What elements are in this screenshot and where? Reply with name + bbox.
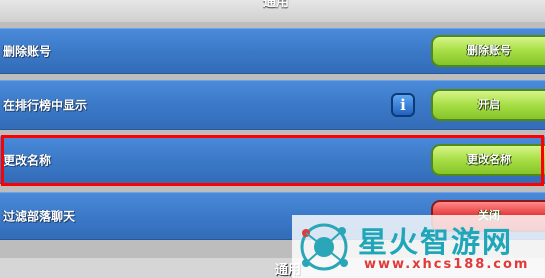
watermark: 星火智游网 www.xhcs188.com [292,215,545,278]
watermark-title: 星火智游网 [358,225,514,259]
delete-account-button[interactable]: 删除账号 [431,35,545,67]
row-label-leaderboard: 在排行榜中显示 [3,98,88,113]
watermark-logo-icon [300,223,348,271]
row-label-delete-account: 删除账号 [3,44,52,59]
leaderboard-toggle-button[interactable]: 开启 [431,89,545,121]
highlight-box [1,135,544,186]
section-title: 通用 [262,0,289,10]
row-label-filter-chat: 过滤部落聊天 [3,209,76,224]
settings-row-delete-account: 删除账号 删除账号 [0,28,545,74]
info-icon[interactable]: i [391,93,415,117]
settings-row-leaderboard: 在排行榜中显示 i 开启 [0,80,545,130]
watermark-url: www.xhcs188.com [364,257,530,272]
top-bar: 通用 [0,0,545,22]
